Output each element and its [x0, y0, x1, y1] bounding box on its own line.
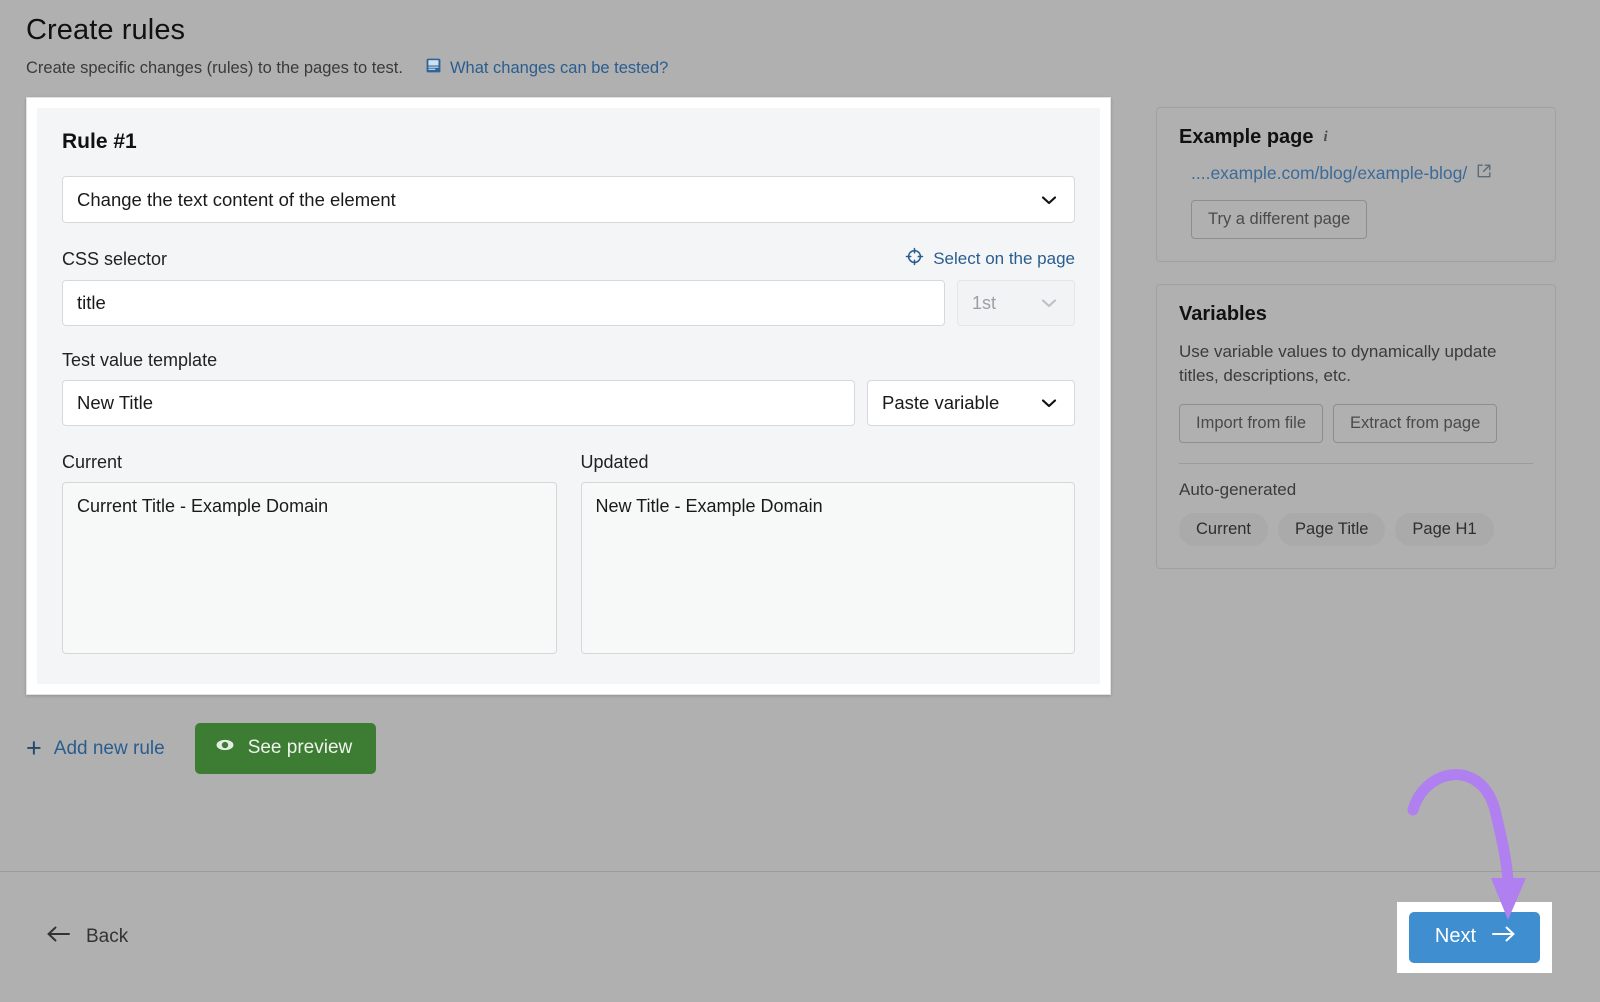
next-label: Next	[1435, 925, 1476, 948]
test-value: New Title	[77, 392, 153, 414]
updated-value: New Title - Example Domain	[596, 496, 823, 516]
arrow-right-icon	[1490, 924, 1516, 950]
variables-title-row: Variables	[1179, 303, 1533, 326]
change-type-value: Change the text content of the element	[77, 189, 396, 211]
test-value-input[interactable]: New Title	[62, 380, 855, 426]
book-icon	[425, 57, 442, 79]
auto-generated-label: Auto-generated	[1179, 480, 1533, 500]
current-column: Current Current Title - Example Domain	[62, 452, 557, 654]
chevron-down-icon	[1039, 393, 1059, 413]
sidebar: Example page i ....example.com/blog/exam…	[1156, 97, 1556, 591]
css-selector-input[interactable]: title	[62, 280, 945, 326]
variable-chip-page-title[interactable]: Page Title	[1278, 513, 1385, 546]
current-label: Current	[62, 452, 557, 473]
paste-variable-value: Paste variable	[882, 392, 999, 414]
crosshair-icon	[905, 247, 924, 271]
css-selector-value: title	[77, 292, 106, 314]
auto-generated-chip-list: Current Page Title Page H1	[1179, 513, 1533, 546]
extract-from-page-button[interactable]: Extract from page	[1333, 404, 1497, 443]
import-from-file-button[interactable]: Import from file	[1179, 404, 1323, 443]
updated-label: Updated	[581, 452, 1076, 473]
ordinal-select[interactable]: 1st	[957, 280, 1075, 326]
page-description: Create specific changes (rules) to the p…	[26, 59, 403, 78]
rules-column: Rule #1 Change the text content of the e…	[26, 97, 1111, 695]
see-preview-button[interactable]: See preview	[195, 723, 377, 774]
comparison-row: Current Current Title - Example Domain U…	[62, 452, 1075, 654]
try-a-different-page-button[interactable]: Try a different page	[1191, 200, 1367, 239]
variable-chip-current[interactable]: Current	[1179, 513, 1268, 546]
example-page-title-row: Example page i	[1179, 126, 1533, 149]
test-value-template-label: Test value template	[62, 350, 217, 371]
external-link-icon[interactable]	[1476, 163, 1492, 184]
css-selector-row: CSS selector Select on the page	[62, 247, 1075, 271]
example-page-url[interactable]: ....example.com/blog/example-blog/	[1191, 163, 1467, 184]
variables-button-group: Import from file Extract from page	[1179, 404, 1533, 443]
help-link-label: What changes can be tested?	[450, 59, 668, 78]
updated-column: Updated New Title - Example Domain	[581, 452, 1076, 654]
next-button-highlight: Next	[1397, 902, 1552, 973]
arrow-left-icon	[46, 924, 72, 950]
test-value-label-row: Test value template	[62, 350, 1075, 371]
info-icon[interactable]: i	[1324, 129, 1328, 146]
chevron-down-icon	[1039, 293, 1059, 313]
css-selector-label: CSS selector	[62, 249, 167, 270]
select-on-the-page-button[interactable]: Select on the page	[905, 247, 1075, 271]
variables-description: Use variable values to dynamically updat…	[1179, 340, 1509, 388]
what-changes-can-be-tested-link[interactable]: What changes can be tested?	[425, 57, 668, 79]
eye-icon	[215, 735, 235, 761]
page-title: Create rules	[26, 14, 1600, 47]
main-content: Rule #1 Change the text content of the e…	[0, 97, 1600, 695]
back-button[interactable]: Back	[40, 923, 134, 951]
ordinal-value: 1st	[972, 293, 996, 314]
change-type-select[interactable]: Change the text content of the element	[62, 176, 1075, 223]
test-value-input-row: New Title Paste variable	[62, 380, 1075, 426]
rule-heading: Rule #1	[62, 130, 1075, 154]
variables-title: Variables	[1179, 303, 1267, 326]
see-preview-label: See preview	[248, 737, 353, 759]
current-value: Current Title - Example Domain	[77, 496, 328, 516]
rule-card: Rule #1 Change the text content of the e…	[37, 108, 1100, 684]
chevron-down-icon	[1039, 190, 1059, 210]
select-on-the-page-label: Select on the page	[933, 249, 1075, 269]
plus-icon: +	[26, 735, 42, 762]
page-header: Create rules Create specific changes (ru…	[0, 0, 1600, 79]
add-new-rule-button[interactable]: + Add new rule	[26, 735, 165, 762]
footer-bar: Back Next	[0, 872, 1600, 1002]
updated-preview-box: New Title - Example Domain	[581, 482, 1076, 654]
add-new-rule-label: Add new rule	[54, 738, 165, 760]
next-button[interactable]: Next	[1409, 912, 1540, 963]
current-preview-box: Current Title - Example Domain	[62, 482, 557, 654]
example-page-title: Example page	[1179, 126, 1314, 149]
variables-panel: Variables Use variable values to dynamic…	[1156, 284, 1556, 569]
page-subtitle-row: Create specific changes (rules) to the p…	[26, 57, 1600, 79]
back-label: Back	[86, 926, 128, 948]
css-selector-input-row: title 1st	[62, 280, 1075, 326]
variables-divider	[1179, 463, 1533, 464]
example-page-url-row: ....example.com/blog/example-blog/	[1191, 163, 1533, 184]
rule-actions-row: + Add new rule See preview	[26, 723, 1600, 774]
rule-card-frame: Rule #1 Change the text content of the e…	[26, 97, 1111, 695]
paste-variable-select[interactable]: Paste variable	[867, 380, 1075, 426]
example-page-panel: Example page i ....example.com/blog/exam…	[1156, 107, 1556, 262]
variable-chip-page-h1[interactable]: Page H1	[1395, 513, 1493, 546]
